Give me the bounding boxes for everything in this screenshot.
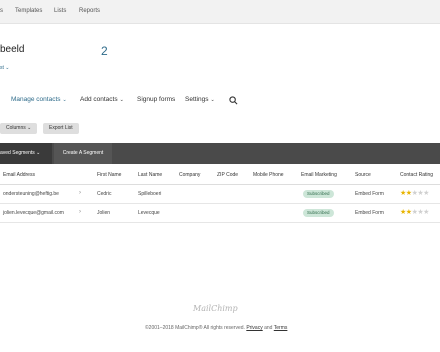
menu-signup-forms[interactable]: Signup forms	[137, 96, 175, 103]
contact-rating: ★★★★★	[400, 208, 429, 216]
contact-count: 2	[101, 44, 108, 58]
star-icon: ★★★	[411, 190, 430, 197]
col-company[interactable]: Company	[179, 172, 200, 178]
list-title: beeld	[0, 44, 25, 55]
create-segment-button[interactable]: Create A Segment	[54, 143, 112, 164]
export-list-button[interactable]: Export List	[43, 123, 79, 134]
chevron-down-icon: ⌄	[62, 97, 67, 103]
table-row[interactable]: ondersteuning@heftig.be › Cedric Spilleb…	[0, 185, 440, 204]
nav-item-lists[interactable]: Lists	[54, 8, 66, 14]
list-switcher-link[interactable]: st ⌄	[0, 65, 9, 71]
nav-item-partial[interactable]: s	[0, 8, 3, 14]
col-source[interactable]: Source	[355, 172, 371, 178]
col-last-name[interactable]: Last Name	[138, 172, 162, 178]
menu-add-contacts[interactable]: Add contacts ⌄	[80, 96, 124, 103]
col-email-marketing[interactable]: Email Marketing	[301, 172, 337, 178]
menu-label: Add contacts	[80, 96, 118, 103]
email-cell[interactable]: jolien.levecque@gmail.com	[3, 210, 64, 216]
chevron-right-icon[interactable]: ›	[79, 209, 81, 215]
star-icon: ★★	[400, 209, 412, 216]
copyright-text: ©2001–2018 MailChimp® All rights reserve…	[145, 325, 245, 331]
col-rating[interactable]: Contact Rating	[400, 172, 433, 178]
top-navigation: s Templates Lists Reports	[0, 0, 440, 24]
source-cell: Embed Form	[355, 191, 384, 197]
footer-and: and	[264, 325, 273, 331]
source-cell: Embed Form	[355, 210, 384, 216]
columns-button[interactable]: Columns ⌄	[0, 123, 38, 134]
chevron-down-icon: ⌄	[210, 97, 215, 103]
table-row[interactable]: jolien.levecque@gmail.com › Jolien Levec…	[0, 204, 440, 223]
email-cell[interactable]: ondersteuning@heftig.be	[3, 191, 59, 197]
status-badge: Subscribed	[303, 209, 334, 217]
menu-label: Signup forms	[137, 96, 176, 103]
terms-link[interactable]: Terms	[274, 325, 288, 331]
saved-segments-button[interactable]: aved Segments ⌄	[0, 143, 52, 164]
footer-copyright: ©2001–2018 MailChimp® All rights reserve…	[145, 325, 287, 331]
contact-rating: ★★★★★	[400, 189, 429, 197]
first-name-cell: Cedric	[97, 191, 112, 197]
nav-item-reports[interactable]: Reports	[79, 8, 100, 14]
first-name-cell: Jolien	[97, 210, 111, 216]
col-email[interactable]: Email Address	[3, 172, 35, 178]
chevron-down-icon: ⌄	[119, 97, 124, 103]
last-name-cell: Spilleboeri	[138, 191, 162, 197]
chevron-right-icon[interactable]: ›	[79, 190, 81, 196]
menu-manage-contacts[interactable]: Manage contacts ⌄	[11, 96, 67, 103]
table-header: Email Address First Name Last Name Compa…	[0, 165, 440, 185]
search-icon[interactable]	[229, 96, 238, 105]
col-zip[interactable]: ZIP Code	[217, 172, 238, 178]
mailchimp-logo: MailChimp	[193, 304, 238, 313]
menu-label: Settings	[185, 96, 209, 103]
col-mobile[interactable]: Mobile Phone	[253, 172, 284, 178]
last-name-cell: Levecque	[138, 210, 160, 216]
menu-label: Manage contacts	[11, 96, 61, 103]
nav-item-templates[interactable]: Templates	[15, 8, 42, 14]
star-icon: ★★	[400, 190, 412, 197]
privacy-link[interactable]: Privacy	[246, 325, 262, 331]
col-first-name[interactable]: First Name	[97, 172, 121, 178]
star-icon: ★★★	[411, 209, 430, 216]
menu-settings[interactable]: Settings ⌄	[185, 96, 215, 103]
status-badge: Subscribed	[303, 190, 334, 198]
